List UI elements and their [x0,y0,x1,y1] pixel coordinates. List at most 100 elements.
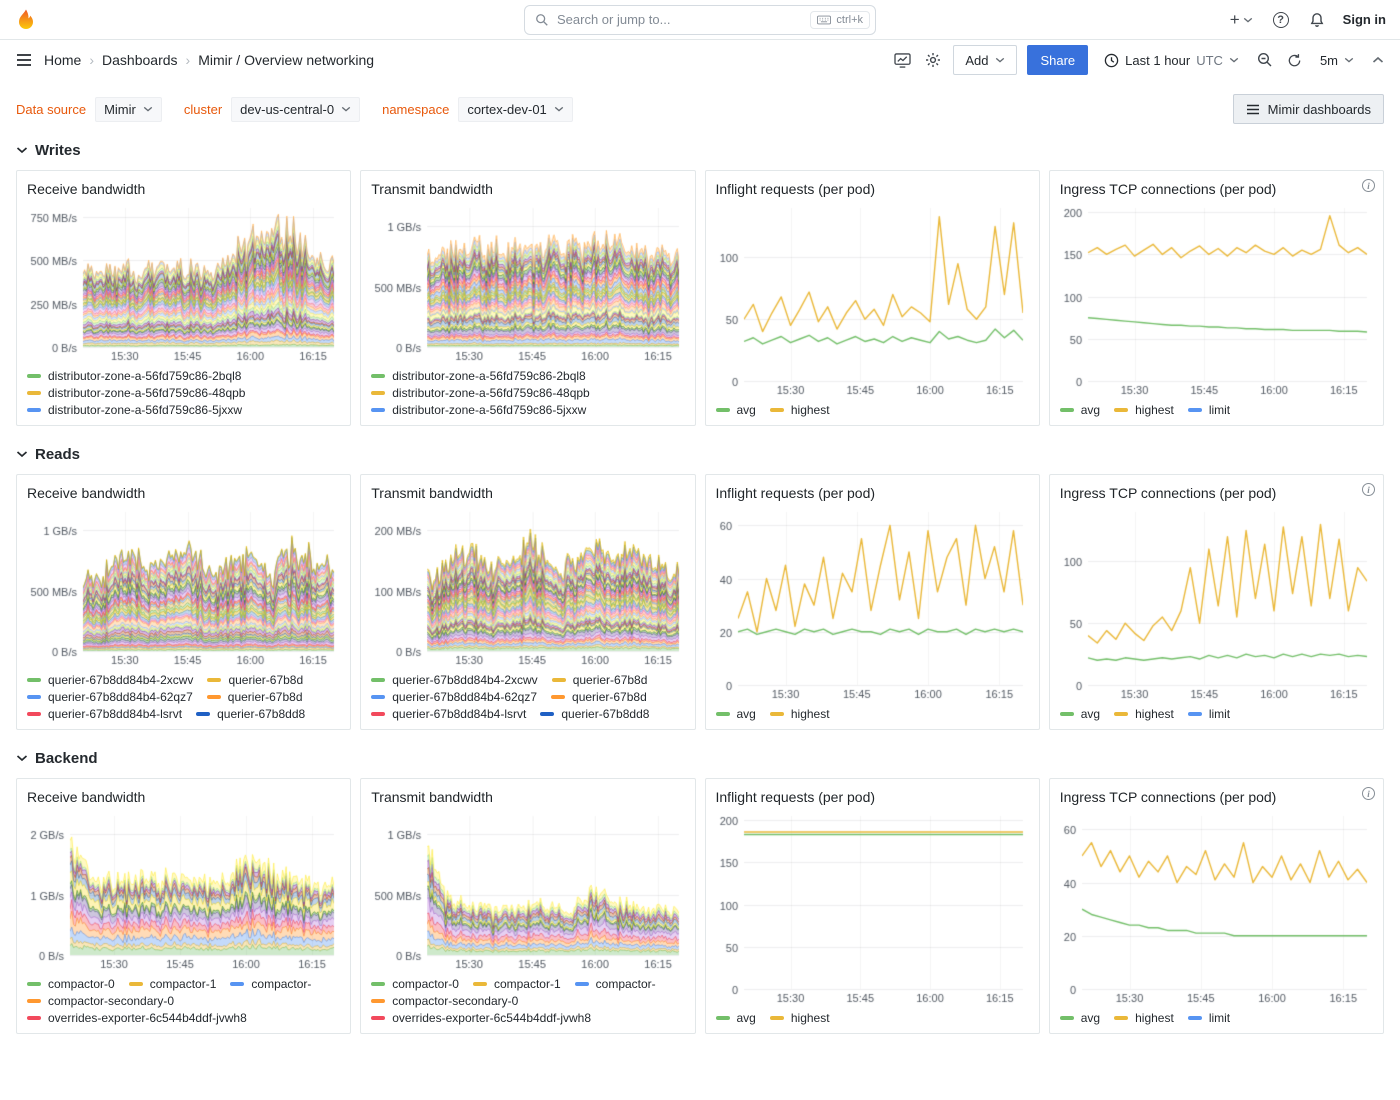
legend-item[interactable]: querier-67b8dd84b4-62qz7 [27,690,193,704]
refresh-interval-picker[interactable]: 5m [1314,45,1360,75]
legend-item[interactable]: highest [770,403,830,417]
legend-item[interactable]: highest [770,707,830,721]
kiosk-mode-button[interactable] [1370,54,1386,66]
legend-marker [1114,1016,1128,1020]
legend-item[interactable]: overrides-exporter-6c544b4ddf-jvwh8 [27,1011,247,1025]
legend-item[interactable]: querier-67b8dd84b4-lsrvt [371,707,526,721]
chart-area [27,809,340,972]
reads-ingress-tcp-connections-per-pod-chart[interactable] [1060,505,1373,702]
writes-ingress-tcp-connections-per-pod-chart[interactable] [1060,201,1373,398]
writes-inflight-requests-per-pod-chart[interactable] [716,201,1029,398]
legend-item[interactable]: querier-67b8d [551,690,647,704]
legend-item[interactable]: distributor-zone-a-56fd759c86-2bql8 [27,369,241,383]
add-button[interactable]: Add [953,45,1017,75]
sign-in-link[interactable]: Sign in [1343,12,1386,27]
legend-item[interactable]: distributor-zone-a-56fd759c86-5jxxw [371,403,586,417]
legend-item[interactable]: avg [1060,1011,1100,1025]
legend-item[interactable]: querier-67b8dd84b4-2xcwv [371,673,537,687]
legend-item[interactable]: compactor-secondary-0 [371,994,518,1008]
time-range-picker[interactable]: Last 1 hour UTC [1098,45,1245,75]
legend-item[interactable]: querier-67b8dd84b4-2xcwv [27,673,193,687]
legend-item[interactable]: compactor-0 [371,977,459,991]
backend-receive-bandwidth-chart[interactable] [27,809,340,972]
legend-item[interactable]: querier-67b8dd8 [196,707,305,721]
panel-info-icon[interactable]: i [1362,483,1375,496]
legend-item[interactable]: avg [1060,707,1100,721]
panel-info-icon[interactable]: i [1362,179,1375,192]
backend-transmit-bandwidth-chart[interactable] [371,809,684,972]
backend-ingress-tcp-connections-per-pod-chart[interactable] [1060,809,1373,1006]
new-menu-button[interactable]: + [1228,9,1255,30]
share-button[interactable]: Share [1027,45,1088,75]
panel-title[interactable]: Transmit bandwidth [371,181,493,197]
legend-item[interactable]: distributor-zone-a-56fd759c86-48qpb [371,386,589,400]
search-input[interactable]: Search or jump to... ctrl+k [524,5,876,35]
section-header-writes[interactable]: Writes [16,136,1384,164]
dashboard-settings-button[interactable] [923,50,943,70]
legend-item[interactable]: avg [716,1011,756,1025]
legend-item[interactable]: highest [1114,707,1174,721]
legend-item[interactable]: compactor- [575,977,656,991]
legend-item[interactable]: compactor-0 [27,977,115,991]
panel-title[interactable]: Inflight requests (per pod) [716,485,876,501]
refresh-button[interactable] [1285,51,1304,70]
legend-item[interactable]: compactor-secondary-0 [27,994,174,1008]
legend-item[interactable]: highest [770,1011,830,1025]
legend-item[interactable]: avg [716,403,756,417]
legend-item[interactable]: compactor-1 [473,977,561,991]
legend-item[interactable]: compactor- [230,977,311,991]
legend-item[interactable]: compactor-1 [129,977,217,991]
legend-item[interactable]: overrides-exporter-6c544b4ddf-jvwh8 [371,1011,591,1025]
panel-title[interactable]: Transmit bandwidth [371,485,493,501]
panel-title[interactable]: Ingress TCP connections (per pod) [1060,789,1277,805]
zoom-out-button[interactable] [1255,50,1275,70]
panel-title[interactable]: Receive bandwidth [27,789,145,805]
reads-transmit-bandwidth-chart[interactable] [371,505,684,668]
legend-item[interactable]: highest [1114,403,1174,417]
mega-menu-button[interactable] [14,51,34,69]
cluster-picker[interactable]: dev-us-central-0 [231,97,360,122]
breadcrumb-dashboards[interactable]: Dashboards [102,52,178,68]
news-button[interactable] [1307,10,1327,30]
legend-item[interactable]: querier-67b8dd84b4-62qz7 [371,690,537,704]
legend-item[interactable]: limit [1188,403,1230,417]
dashboard-insights-button[interactable] [892,51,913,70]
reads-receive-bandwidth-chart[interactable] [27,505,340,668]
legend-item[interactable]: limit [1188,1011,1230,1025]
legend-item[interactable]: avg [716,707,756,721]
panel-info-icon[interactable]: i [1362,787,1375,800]
section-header-backend[interactable]: Backend [16,744,1384,772]
grafana-logo[interactable] [14,8,38,32]
legend-item[interactable]: avg [1060,403,1100,417]
help-button[interactable]: ? [1271,10,1291,30]
writes-receive-bandwidth-chart[interactable] [27,201,340,364]
legend-item[interactable]: limit [1188,707,1230,721]
panel-title[interactable]: Inflight requests (per pod) [716,181,876,197]
shortcut-label: ctrl+k [836,14,863,26]
legend-item[interactable]: querier-67b8d [207,673,303,687]
legend-item[interactable]: querier-67b8d [207,690,303,704]
panel-title[interactable]: Receive bandwidth [27,181,145,197]
writes-transmit-bandwidth-chart[interactable] [371,201,684,364]
mimir-dashboards-button[interactable]: Mimir dashboards [1233,94,1384,124]
section-header-reads[interactable]: Reads [16,440,1384,468]
legend-item[interactable]: querier-67b8d [552,673,648,687]
namespace-picker[interactable]: cortex-dev-01 [458,97,572,122]
legend-marker [196,712,210,716]
legend-item[interactable]: querier-67b8dd8 [540,707,649,721]
legend-item[interactable]: distributor-zone-a-56fd759c86-2bql8 [371,369,585,383]
breadcrumb-home[interactable]: Home [44,52,81,68]
legend-item[interactable]: querier-67b8dd84b4-lsrvt [27,707,182,721]
legend-item[interactable]: distributor-zone-a-56fd759c86-5jxxw [27,403,242,417]
legend-item[interactable]: distributor-zone-a-56fd759c86-48qpb [27,386,245,400]
backend-inflight-requests-per-pod-chart[interactable] [716,809,1029,1006]
panel-title[interactable]: Ingress TCP connections (per pod) [1060,485,1277,501]
panel-title[interactable]: Receive bandwidth [27,485,145,501]
panel-title[interactable]: Ingress TCP connections (per pod) [1060,181,1277,197]
legend-item[interactable]: highest [1114,1011,1174,1025]
legend-label: querier-67b8dd84b4-2xcwv [48,673,193,687]
datasource-picker[interactable]: Mimir [95,97,162,122]
panel-title[interactable]: Transmit bandwidth [371,789,493,805]
reads-inflight-requests-per-pod-chart[interactable] [716,505,1029,702]
panel-title[interactable]: Inflight requests (per pod) [716,789,876,805]
